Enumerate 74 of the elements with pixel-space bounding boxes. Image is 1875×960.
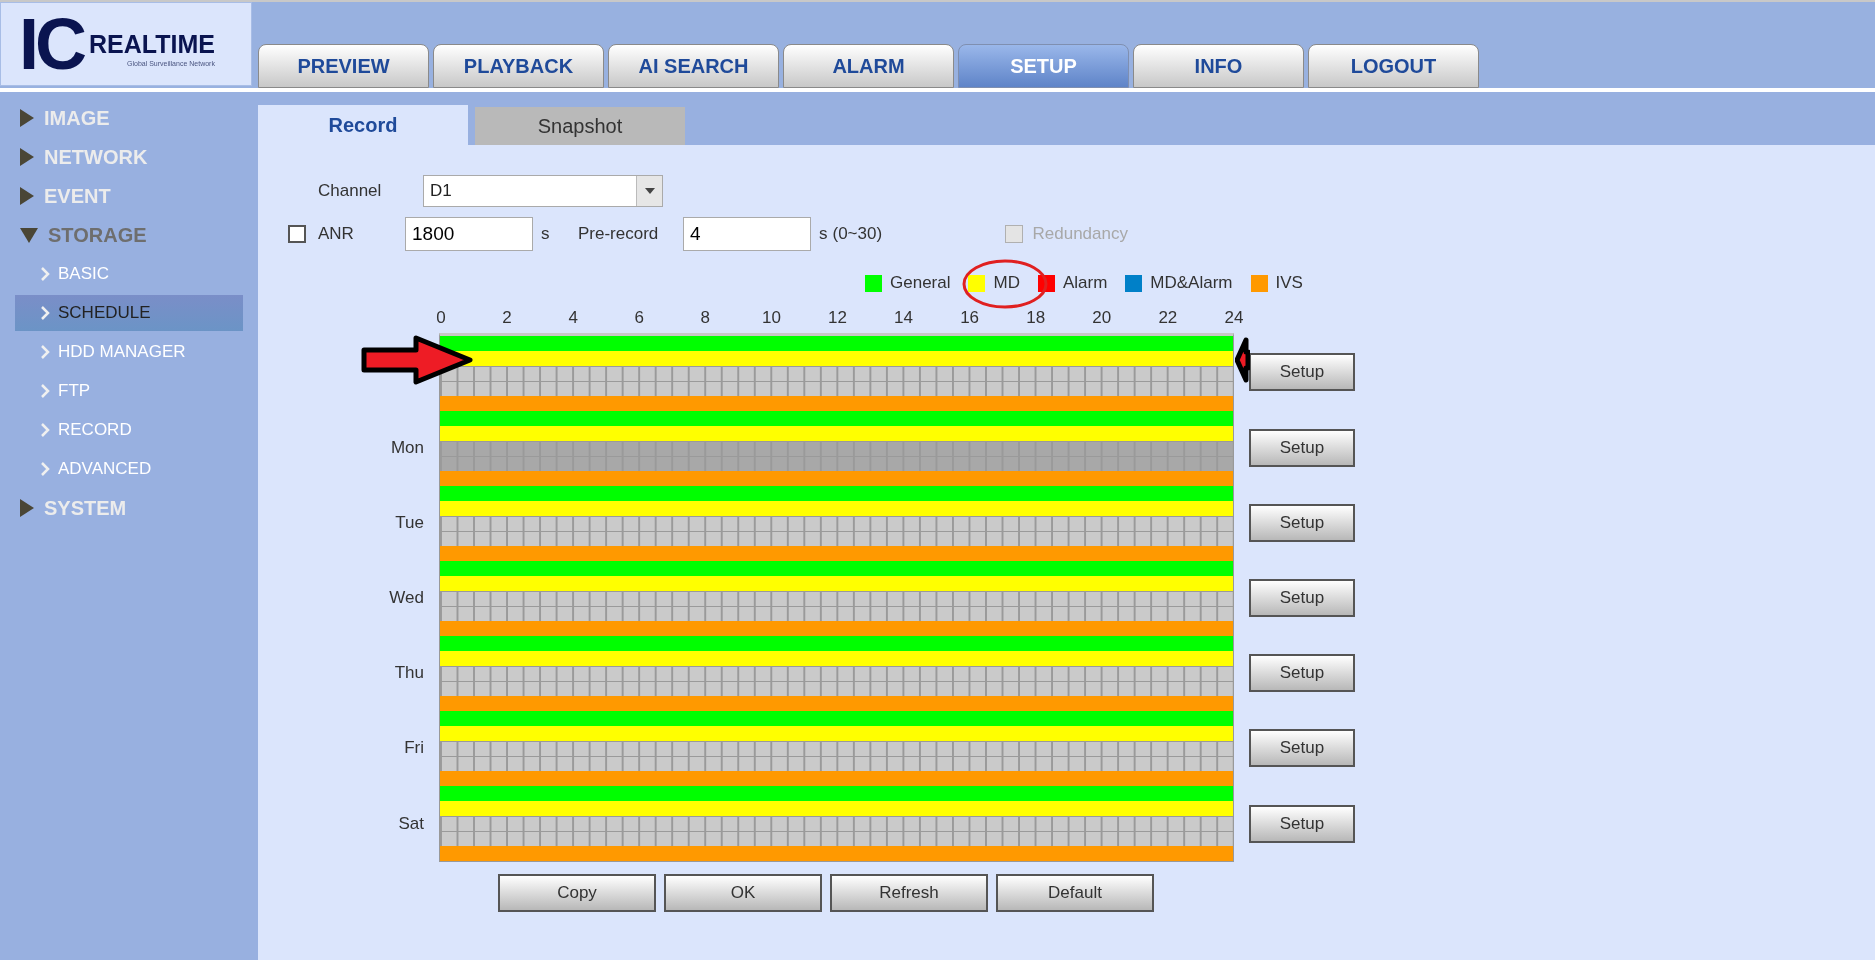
action-button[interactable]: OK xyxy=(664,873,822,912)
day-label: Fri xyxy=(403,737,425,760)
chevron-right-icon xyxy=(41,461,50,476)
day-schedule[interactable] xyxy=(439,485,1234,561)
setup-button[interactable]: Setup xyxy=(1249,804,1355,843)
setup-button[interactable]: Setup xyxy=(1249,654,1355,692)
chevron-right-icon xyxy=(41,266,50,281)
nav-tab[interactable]: PREVIEW xyxy=(258,44,429,88)
day-label: Tue xyxy=(394,512,425,535)
unit-label: s xyxy=(541,223,551,246)
hour-label: 22 xyxy=(1157,307,1179,329)
nav-tab[interactable]: PLAYBACK xyxy=(433,44,604,88)
anr-field[interactable]: 1800 xyxy=(405,217,533,251)
hour-label: 20 xyxy=(1091,307,1113,329)
legend-label: MD&Alarm xyxy=(1150,272,1233,295)
setup-button[interactable]: Setup xyxy=(1249,729,1355,767)
channel-label: Channel xyxy=(317,180,383,203)
day-label: Sat xyxy=(397,812,425,835)
hour-label: 16 xyxy=(959,307,981,329)
hour-label: 4 xyxy=(567,307,579,329)
hour-label: 12 xyxy=(827,307,848,329)
triangle-down-icon xyxy=(20,226,38,243)
hour-label: 8 xyxy=(699,307,712,329)
legend-label: General xyxy=(890,272,951,295)
legend-label: MD xyxy=(993,272,1020,295)
day-schedule[interactable] xyxy=(439,785,1234,862)
hour-label: 2 xyxy=(501,307,513,329)
pre-record-label: Pre-record xyxy=(578,223,660,246)
setup-button[interactable]: Setup xyxy=(1249,429,1355,467)
hour-label: 10 xyxy=(760,307,782,329)
pre-record-field[interactable]: 4 xyxy=(683,217,811,251)
triangle-right-icon xyxy=(20,147,34,166)
action-button[interactable]: Copy xyxy=(498,873,656,912)
triangle-right-icon xyxy=(20,186,34,205)
legend-label: IVS xyxy=(1275,272,1303,295)
hour-label: 24 xyxy=(1223,307,1245,329)
arrow-annotation xyxy=(1235,335,1250,385)
nav-tab[interactable]: AI SEARCH xyxy=(608,44,779,88)
legend-label: Alarm xyxy=(1062,272,1108,295)
sidebar-subitem[interactable]: SCHEDULE xyxy=(15,294,243,331)
chevron-right-icon xyxy=(41,422,50,437)
day-label: Thu xyxy=(393,662,425,685)
triangle-right-icon xyxy=(20,498,34,517)
setup-button[interactable]: Setup xyxy=(1249,579,1355,617)
anr-label: ANR xyxy=(318,223,355,246)
day-label: Mon xyxy=(389,437,425,460)
day-schedule[interactable] xyxy=(439,710,1234,786)
nav-tab[interactable]: INFO xyxy=(1133,44,1304,88)
sub-tab[interactable]: Snapshot xyxy=(475,107,685,145)
chevron-right-icon xyxy=(41,305,50,320)
sub-tab[interactable]: Record xyxy=(258,105,468,145)
triangle-right-icon xyxy=(20,108,34,127)
hour-label: 0 xyxy=(435,307,447,329)
setup-button[interactable]: Setup xyxy=(1249,352,1355,391)
unit-label: s xyxy=(819,223,828,246)
action-button[interactable]: Refresh xyxy=(830,873,988,912)
nav-tab[interactable]: LOGOUT xyxy=(1308,44,1479,88)
redundancy-label: Redundancy xyxy=(1032,223,1128,246)
day-schedule[interactable] xyxy=(439,560,1234,636)
anr-checkbox[interactable] xyxy=(288,225,306,243)
channel-select[interactable]: D1 xyxy=(423,175,663,207)
hour-label: 18 xyxy=(1025,307,1047,329)
day-schedule[interactable] xyxy=(439,410,1234,486)
chevron-right-icon xyxy=(41,383,50,398)
nav-tab[interactable]: ALARM xyxy=(783,44,954,88)
day-schedule[interactable] xyxy=(439,332,1234,411)
range-hint: (0~30) xyxy=(832,223,884,246)
hour-label: 14 xyxy=(893,307,914,329)
day-schedule[interactable] xyxy=(439,635,1234,711)
action-button[interactable]: Default xyxy=(996,873,1154,912)
hour-label: 6 xyxy=(633,307,645,329)
setup-button[interactable]: Setup xyxy=(1249,504,1355,542)
day-label: Wed xyxy=(388,587,425,610)
chevron-right-icon xyxy=(41,344,50,359)
